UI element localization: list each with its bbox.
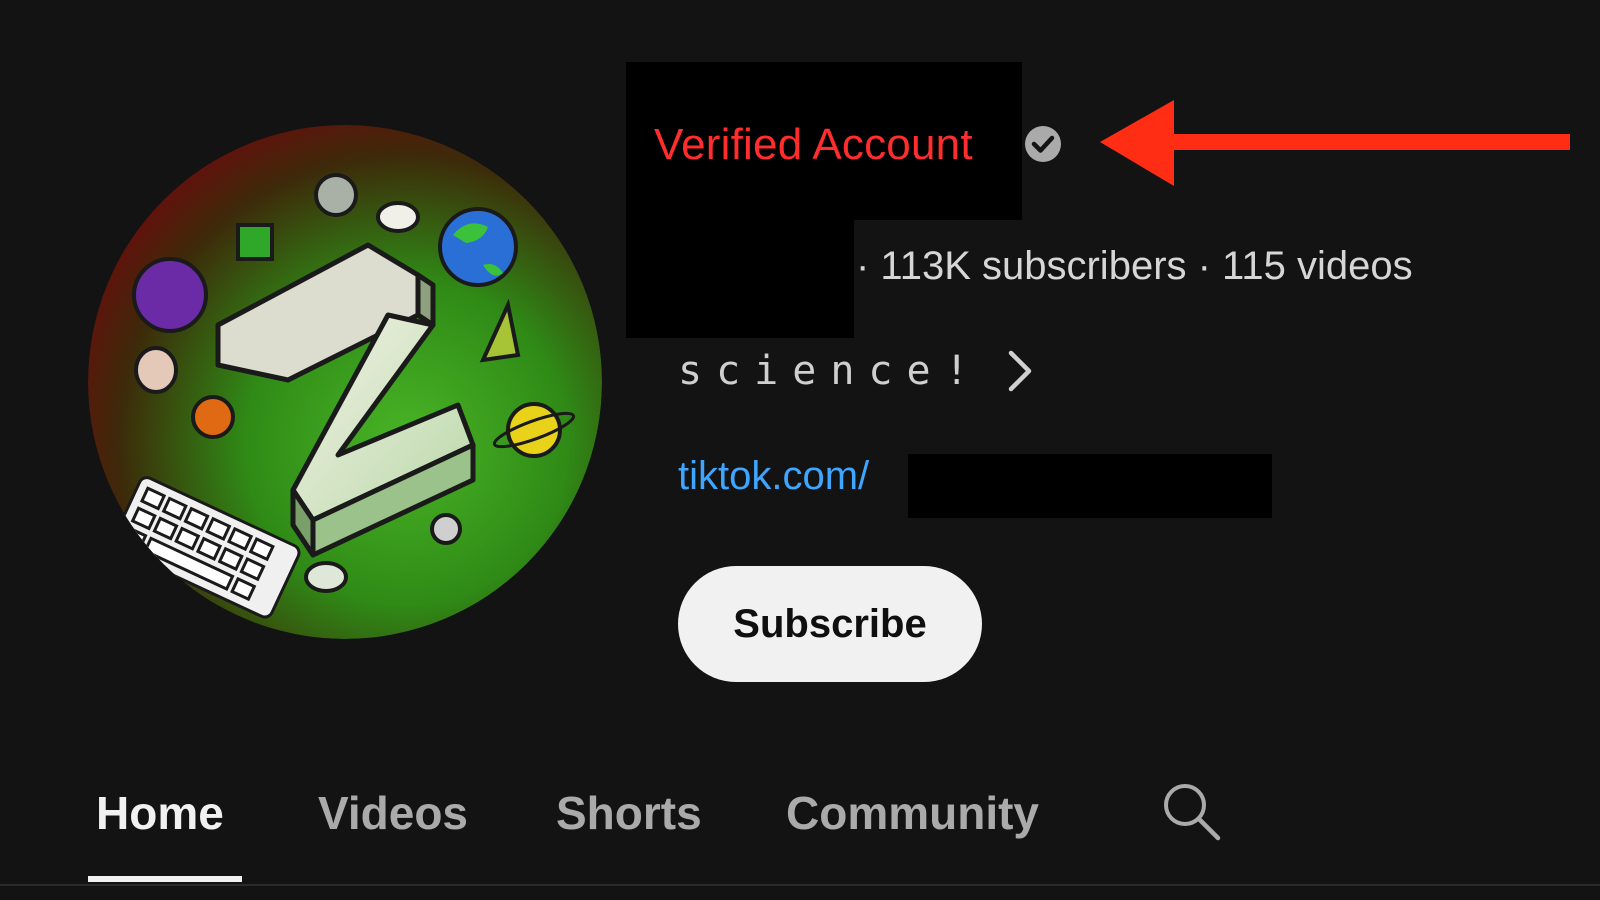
verified-check-icon bbox=[1025, 126, 1061, 162]
channel-link-row: tiktok.com/ bbox=[678, 454, 869, 499]
chevron-right-icon bbox=[1008, 350, 1031, 392]
subscribe-button[interactable]: Subscribe bbox=[678, 566, 982, 682]
redacted-channel-handle bbox=[626, 214, 854, 338]
tab-shorts[interactable]: Shorts bbox=[556, 786, 702, 840]
channel-header-page: Verified Account · 113K subscribers · 11… bbox=[0, 0, 1600, 900]
channel-tabs: Home Videos Shorts Community bbox=[0, 760, 1600, 890]
channel-stats: · 113K subscribers · 115 videos bbox=[856, 244, 1413, 288]
verified-account-annotation: Verified Account bbox=[654, 120, 973, 169]
tab-videos[interactable]: Videos bbox=[318, 786, 468, 840]
active-tab-indicator bbox=[88, 876, 242, 882]
annotation-arrow-icon bbox=[1100, 100, 1570, 186]
channel-avatar[interactable] bbox=[88, 125, 602, 639]
redacted-link-path bbox=[908, 454, 1272, 518]
search-icon[interactable] bbox=[1158, 778, 1224, 844]
channel-external-link[interactable]: tiktok.com/ bbox=[678, 454, 869, 499]
channel-description[interactable]: science! bbox=[678, 348, 1035, 394]
tab-home[interactable]: Home bbox=[96, 786, 224, 840]
tabs-divider bbox=[0, 884, 1600, 886]
tab-community[interactable]: Community bbox=[786, 786, 1039, 840]
avatar-illustration bbox=[88, 125, 602, 639]
description-text: science! bbox=[678, 348, 983, 394]
